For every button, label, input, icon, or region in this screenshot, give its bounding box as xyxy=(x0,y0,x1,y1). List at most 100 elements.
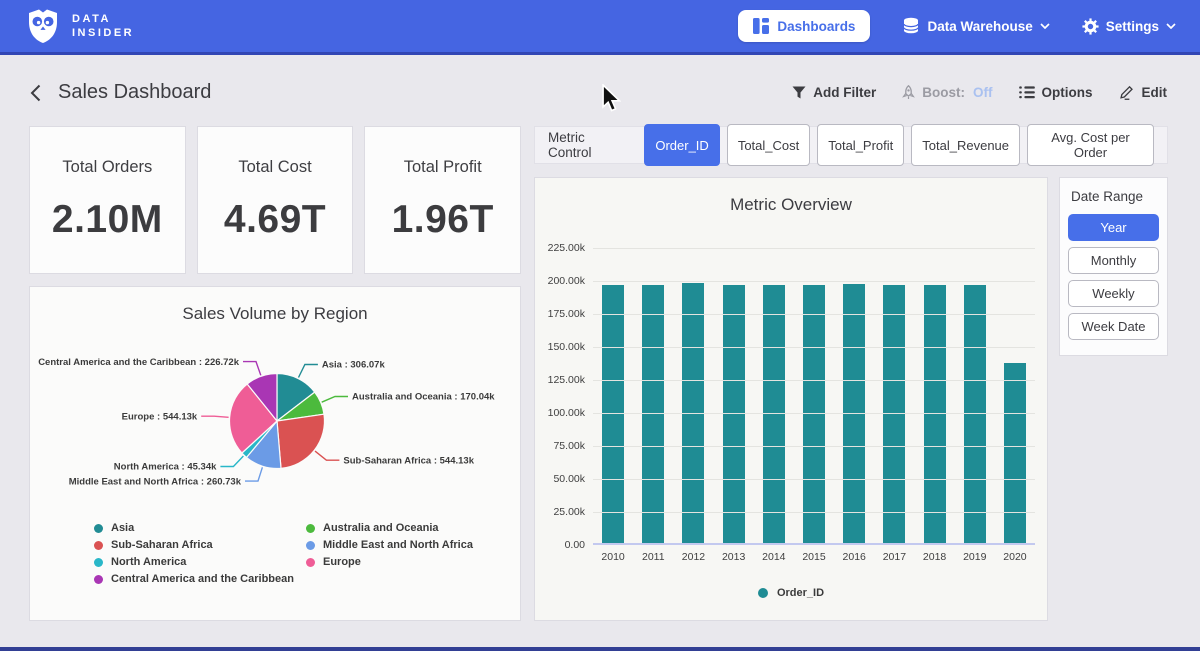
gear-icon xyxy=(1082,18,1099,35)
bar-slot xyxy=(593,248,633,543)
pencil-icon xyxy=(1119,84,1135,100)
legend-dot-icon xyxy=(94,524,103,533)
legend-label: Central America and the Caribbean xyxy=(111,573,294,585)
date-range-option-weekly[interactable]: Weekly xyxy=(1068,280,1159,307)
pie-legend-item-australia-and-oceania[interactable]: Australia and Oceania xyxy=(306,522,520,534)
pie-chart-card: Sales Volume by Region Asia : 306.07kAus… xyxy=(30,287,520,620)
options-button[interactable]: Options xyxy=(1019,85,1093,100)
legend-dot-icon xyxy=(94,558,103,567)
bar-slot xyxy=(915,248,955,543)
settings-menu[interactable]: Settings xyxy=(1082,18,1176,35)
pie-legend-item-sub-saharan-africa[interactable]: Sub-Saharan Africa xyxy=(94,539,306,551)
kpi-value: 1.96T xyxy=(392,198,494,242)
brand-line1: DATA xyxy=(72,14,134,25)
bar-slot xyxy=(794,248,834,543)
bar-slot xyxy=(714,248,754,543)
bar-slot xyxy=(754,248,794,543)
bar-slot xyxy=(834,248,874,543)
pie-slice-label: North America : 45.34k xyxy=(114,462,217,473)
bar-slot xyxy=(955,248,995,543)
owl-logo-icon xyxy=(26,8,60,44)
bar-2020[interactable] xyxy=(1004,363,1026,543)
pie-slice-label: Sub-Saharan Africa : 544.13k xyxy=(343,455,474,466)
footer-bar xyxy=(0,647,1200,651)
pie-legend-item-middle-east-and-north-africa[interactable]: Middle East and North Africa xyxy=(306,539,520,551)
bar-chart-title: Metric Overview xyxy=(535,178,1047,215)
pie-slice-label: Middle East and North Africa : 260.73k xyxy=(69,476,242,487)
boost-value: Off xyxy=(973,85,993,100)
bar-2011[interactable] xyxy=(642,285,664,543)
add-filter-label: Add Filter xyxy=(813,85,876,100)
x-axis-tick-label: 2010 xyxy=(593,551,633,563)
metric-option-avg-cost-per-order[interactable]: Avg. Cost per Order xyxy=(1027,124,1154,166)
metric-option-total-cost[interactable]: Total_Cost xyxy=(727,124,810,166)
bar-2013[interactable] xyxy=(723,285,745,543)
bar-chart: 225.00k200.00k175.00k150.00k125.00k100.0… xyxy=(535,248,1035,563)
legend-dot-icon xyxy=(94,575,103,584)
bar-slot xyxy=(995,248,1035,543)
metric-option-total-revenue[interactable]: Total_Revenue xyxy=(911,124,1020,166)
date-range-label: Date Range xyxy=(1068,189,1159,204)
x-axis-tick-label: 2016 xyxy=(834,551,874,563)
date-range-option-monthly[interactable]: Monthly xyxy=(1068,247,1159,274)
metric-option-total-profit[interactable]: Total_Profit xyxy=(817,124,904,166)
chevron-left-icon xyxy=(30,84,41,102)
pie-legend-item-north-america[interactable]: North America xyxy=(94,556,306,568)
legend-label: Asia xyxy=(111,522,134,534)
bar-legend[interactable]: Order_ID xyxy=(535,587,1047,599)
bar-slot xyxy=(633,248,673,543)
pie-label-line xyxy=(315,451,339,460)
edit-button[interactable]: Edit xyxy=(1119,84,1168,100)
back-button[interactable] xyxy=(30,84,41,102)
gridline xyxy=(593,512,1035,513)
gridline xyxy=(593,380,1035,381)
pie-legend-item-asia[interactable]: Asia xyxy=(94,522,306,534)
bar-x-axis: 2010201120122013201420152016201720182019… xyxy=(593,551,1035,563)
pie-label-line xyxy=(245,467,262,481)
x-axis-tick-label: 2017 xyxy=(874,551,914,563)
date-range-button-group: Year Monthly Weekly Week Date xyxy=(1068,214,1159,340)
date-range-option-year[interactable]: Year xyxy=(1068,214,1159,241)
pie-label-line xyxy=(322,397,348,403)
y-axis-tick-label: 125.00k xyxy=(535,374,585,386)
options-label: Options xyxy=(1042,85,1093,100)
pie-slice-label: Europe : 544.13k xyxy=(122,411,198,422)
legend-label: Australia and Oceania xyxy=(323,522,439,534)
brand-logo[interactable]: DATA INSIDER xyxy=(26,8,134,44)
legend-dot-icon xyxy=(306,558,315,567)
dashboard-icon xyxy=(753,18,769,34)
data-warehouse-menu[interactable]: Data Warehouse xyxy=(902,17,1049,35)
pie-legend-item-europe[interactable]: Europe xyxy=(306,556,520,568)
add-filter-button[interactable]: Add Filter xyxy=(792,85,876,100)
pie-label-line xyxy=(299,365,318,378)
kpi-value: 4.69T xyxy=(224,198,326,242)
y-axis-tick-label: 25.00k xyxy=(535,506,585,518)
x-axis-tick-label: 2013 xyxy=(714,551,754,563)
pie-chart-title: Sales Volume by Region xyxy=(30,287,520,324)
metric-option-order-id[interactable]: Order_ID xyxy=(644,124,719,166)
chevron-down-icon xyxy=(1040,23,1050,29)
y-axis-tick-label: 0.00 xyxy=(535,539,585,551)
metric-control-label: Metric Control xyxy=(548,130,630,160)
x-axis-tick-label: 2012 xyxy=(673,551,713,563)
gridline xyxy=(593,281,1035,282)
pie-slice-label: Australia and Oceania : 170.04k xyxy=(352,392,495,403)
pie-chart: Asia : 306.07kAustralia and Oceania : 17… xyxy=(30,326,520,518)
dashboards-label: Dashboards xyxy=(777,19,855,34)
metric-control-bar: Metric Control Order_IDTotal_CostTotal_P… xyxy=(535,127,1167,163)
bar-chart-card: Metric Overview 225.00k200.00k175.00k150… xyxy=(535,178,1047,620)
bar-2015[interactable] xyxy=(803,285,825,543)
pie-slice-sub-saharan-africa[interactable] xyxy=(277,414,324,468)
gridline xyxy=(593,347,1035,348)
gridline xyxy=(593,479,1035,480)
boost-toggle[interactable]: Boost:Off xyxy=(902,85,992,100)
kpi-card-total-profit: Total Profit 1.96T xyxy=(365,127,520,273)
y-axis-tick-label: 225.00k xyxy=(535,242,585,254)
pie-label-line xyxy=(243,362,261,376)
date-range-option-week-date[interactable]: Week Date xyxy=(1068,313,1159,340)
pie-slice-label: Central America and the Caribbean : 226.… xyxy=(38,357,240,368)
dashboards-button[interactable]: Dashboards xyxy=(738,10,870,42)
top-navigation: DATA INSIDER Dashboards Data Warehouse xyxy=(0,0,1200,55)
y-axis-tick-label: 100.00k xyxy=(535,407,585,419)
pie-legend-item-central-america-and-the-caribbean[interactable]: Central America and the Caribbean xyxy=(94,573,306,585)
